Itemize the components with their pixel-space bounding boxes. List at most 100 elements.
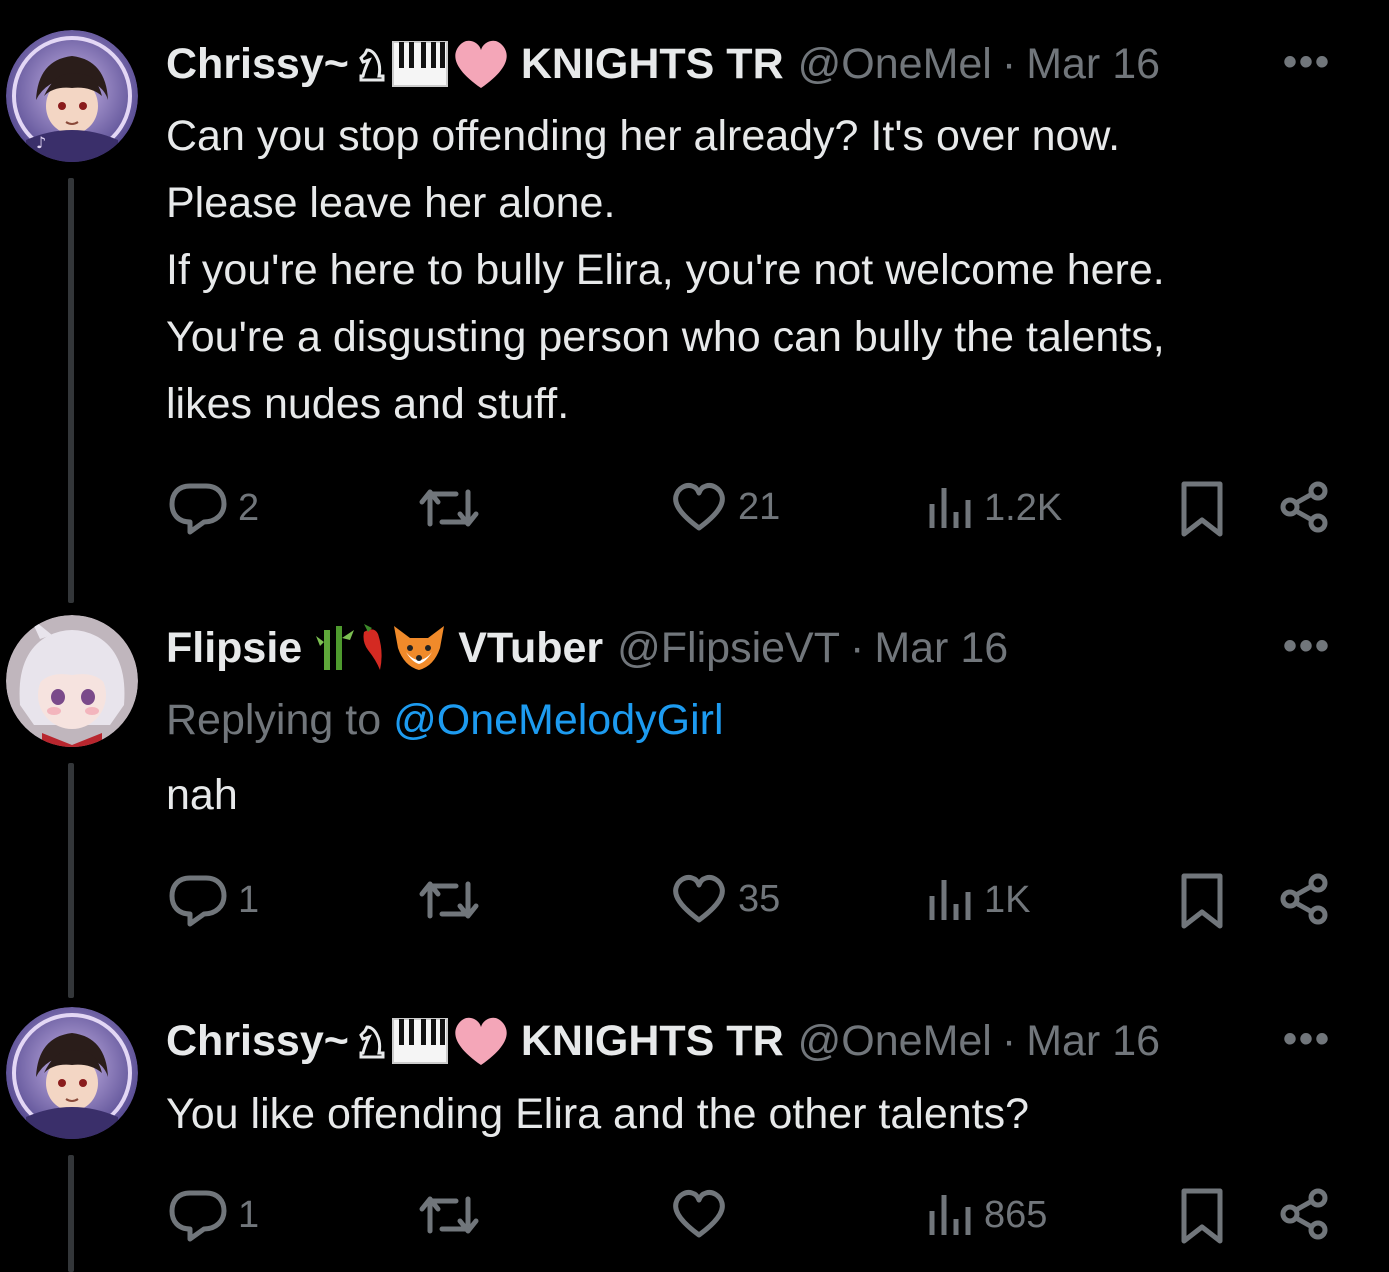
mention-link[interactable]: @OneMelodyGirl <box>393 696 723 744</box>
view-count: 865 <box>984 1193 1048 1236</box>
more-options-button[interactable]: ••• <box>1283 624 1331 669</box>
action-bar: 1 865 <box>0 1187 1389 1247</box>
user-handle[interactable]: @OneMel <box>798 1017 992 1066</box>
bar-chart-icon <box>929 880 971 920</box>
name-emoji <box>316 622 448 674</box>
tweet-header: Flipsie VTuber @FlipsieVT · Mar 16 <box>166 620 1239 676</box>
bookmark-icon <box>1181 873 1223 929</box>
action-bar: 2 21 1.2K <box>0 480 1389 540</box>
share-button[interactable] <box>1278 1187 1332 1241</box>
tweet-header: Chrissy~ KNIGHTS TR @OneMel · Mar 16 <box>166 36 1239 92</box>
svg-text:♪: ♪ <box>36 133 46 152</box>
bar-chart-icon <box>929 1195 971 1235</box>
heart-icon <box>673 483 725 531</box>
reply-count: 2 <box>238 486 260 529</box>
like-button[interactable]: 21 <box>670 480 780 534</box>
bookmark-button[interactable] <box>1178 480 1226 538</box>
like-button[interactable]: 35 <box>670 872 780 926</box>
bamboo-icon <box>316 626 355 670</box>
avatar[interactable] <box>6 615 138 747</box>
tweet-text: nah <box>166 762 1329 829</box>
bar-chart-icon <box>929 488 971 528</box>
retweet-button[interactable] <box>416 1187 492 1243</box>
name-suffix: KNIGHTS TR <box>520 1016 784 1065</box>
display-name[interactable]: Chrissy~ <box>166 1017 349 1066</box>
speech-bubble-icon <box>169 483 227 535</box>
more-options-button[interactable]: ••• <box>1283 1017 1331 1062</box>
text-line: Please leave her alone. <box>166 179 616 227</box>
text-line: If you're here to bully Elira, you're no… <box>166 246 1165 294</box>
like-button[interactable] <box>670 1187 738 1241</box>
speech-bubble-icon <box>169 875 227 927</box>
display-name[interactable]: Flipsie <box>166 624 302 673</box>
text-line: You're a disgusting person who can bully… <box>166 313 1165 361</box>
like-count: 21 <box>738 485 781 528</box>
views-button[interactable]: 1K <box>926 872 1030 928</box>
name-emoji <box>355 38 511 90</box>
timestamp[interactable]: Mar 16 <box>874 624 1008 673</box>
avatar[interactable] <box>6 1007 138 1139</box>
replying-to-label: Replying to <box>166 696 382 744</box>
user-handle[interactable]: @FlipsieVT <box>617 624 840 673</box>
reply-button[interactable]: 2 <box>168 480 259 536</box>
text-line: likes nudes and stuff. <box>166 380 570 428</box>
separator: · <box>1001 39 1017 88</box>
view-count: 1.2K <box>984 486 1063 529</box>
views-button[interactable]: 865 <box>926 1187 1047 1243</box>
pink-heart-icon <box>455 1017 507 1065</box>
name-suffix: KNIGHTS TR <box>520 39 784 88</box>
bookmark-button[interactable] <box>1178 1187 1226 1245</box>
share-button[interactable] <box>1278 872 1332 926</box>
tweet[interactable]: Flipsie VTuber @FlipsieVT · Mar 16 ••• R… <box>0 600 1389 998</box>
bookmark-button[interactable] <box>1178 872 1226 930</box>
reply-button[interactable]: 1 <box>168 1187 259 1243</box>
heart-icon <box>673 1190 725 1238</box>
retweet-icon <box>419 1196 479 1234</box>
piano-icon <box>391 1018 448 1064</box>
text-line: nah <box>166 771 238 819</box>
tweet-text: Can you stop offending her already? It's… <box>166 103 1329 438</box>
chili-pepper-icon <box>363 624 382 670</box>
share-icon <box>1280 481 1328 533</box>
heart-icon <box>673 875 725 923</box>
share-icon <box>1280 873 1328 925</box>
action-bar: 1 35 1K <box>0 872 1389 932</box>
pink-heart-icon <box>455 40 507 88</box>
name-suffix: VTuber <box>458 623 604 672</box>
timestamp[interactable]: Mar 16 <box>1026 40 1160 89</box>
knight-icon <box>359 48 385 82</box>
retweet-button[interactable] <box>416 872 492 928</box>
display-name[interactable]: Chrissy~ <box>166 40 349 89</box>
bookmark-icon <box>1181 481 1223 537</box>
user-handle[interactable]: @OneMel <box>798 40 992 89</box>
timestamp[interactable]: Mar 16 <box>1026 1017 1160 1066</box>
piano-icon <box>391 41 448 87</box>
text-line: Can you stop offending her already? It's… <box>166 112 1121 160</box>
reply-count: 1 <box>238 1193 260 1236</box>
like-count: 35 <box>738 877 781 920</box>
text-line: You like offending Elira and the other t… <box>166 1090 1030 1138</box>
retweet-button[interactable] <box>416 480 492 536</box>
avatar[interactable]: ♪ <box>6 30 138 162</box>
reply-count: 1 <box>238 878 260 921</box>
tweet-text: You like offending Elira and the other t… <box>166 1081 1329 1148</box>
reply-button[interactable]: 1 <box>168 872 259 928</box>
tweet[interactable]: ♪ Chrissy~ KNIGHTS TR @OneMel · Mar 16 •… <box>0 0 1389 603</box>
more-options-button[interactable]: ••• <box>1283 40 1331 85</box>
bookmark-icon <box>1181 1188 1223 1244</box>
replying-to: Replying to @OneMelodyGirl <box>166 696 724 745</box>
tweet[interactable]: Chrissy~ KNIGHTS TR @OneMel · Mar 16 •••… <box>0 995 1389 1272</box>
name-emoji <box>355 1015 511 1067</box>
separator: · <box>1001 1016 1017 1065</box>
view-count: 1K <box>984 878 1031 921</box>
retweet-icon <box>419 881 479 919</box>
tweet-header: Chrissy~ KNIGHTS TR @OneMel · Mar 16 <box>166 1013 1239 1069</box>
knight-icon <box>359 1025 385 1059</box>
speech-bubble-icon <box>169 1190 227 1242</box>
share-button[interactable] <box>1278 480 1332 534</box>
views-button[interactable]: 1.2K <box>926 480 1062 536</box>
separator: · <box>850 623 865 672</box>
share-icon <box>1280 1188 1328 1240</box>
fox-icon <box>394 626 445 670</box>
retweet-icon <box>419 489 479 527</box>
